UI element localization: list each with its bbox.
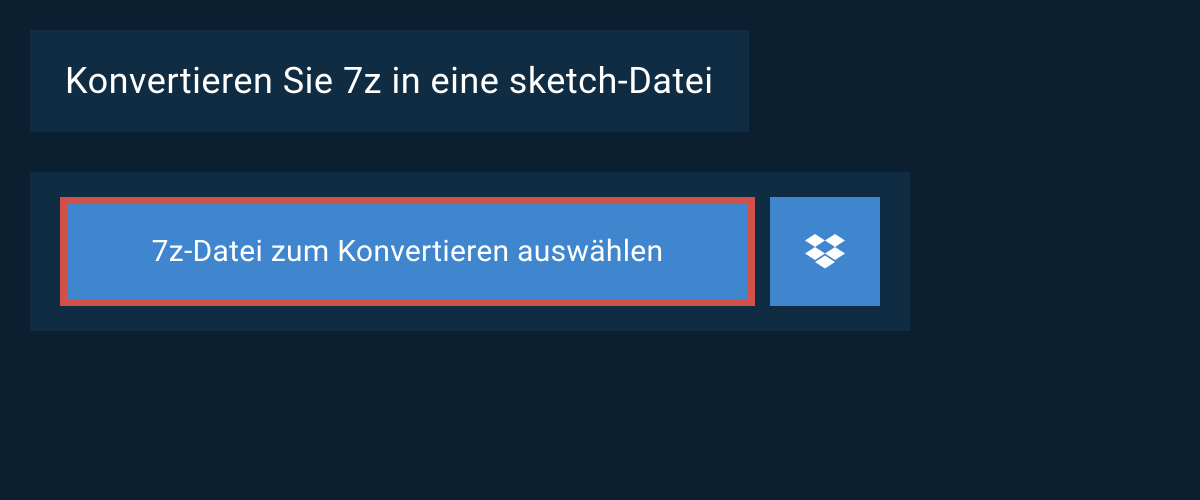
file-select-panel: 7z-Datei zum Konvertieren auswählen (30, 172, 910, 331)
page-title: Konvertieren Sie 7z in eine sketch-Datei (30, 30, 749, 132)
dropbox-icon (805, 234, 845, 270)
dropbox-button[interactable] (770, 197, 880, 306)
select-file-button[interactable]: 7z-Datei zum Konvertieren auswählen (60, 197, 755, 306)
converter-widget: Konvertieren Sie 7z in eine sketch-Datei… (0, 0, 1200, 331)
